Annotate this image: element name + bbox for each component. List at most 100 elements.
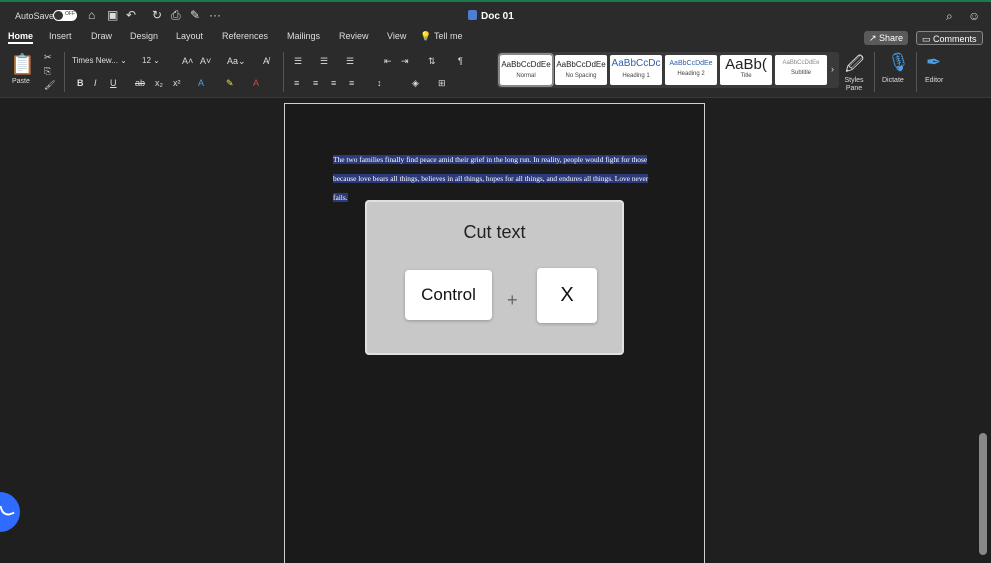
toggle-knob [54,11,63,20]
word-doc-icon [468,10,477,20]
redo-icon[interactable]: ↻ [152,8,162,22]
share-label: Share [879,33,904,43]
font-color-icon[interactable]: A [253,78,259,88]
style-sample: AaBbCcDdEe [669,60,713,67]
decrease-indent-icon[interactable]: ⇤ [384,56,392,67]
tab-view[interactable]: View [387,31,406,41]
home-icon[interactable]: ⌂ [88,8,95,22]
line-spacing-icon[interactable]: ↕ [377,78,382,88]
align-right-icon[interactable]: ≡ [331,78,336,88]
copy-icon[interactable]: ⎘ [44,66,51,77]
clear-format-icon[interactable]: A̸ [263,56,269,66]
style-no-spacing[interactable]: AaBbCcDdEe No Spacing [555,55,607,85]
font-size-select[interactable]: 12 ⌄ [142,54,176,68]
numbering-icon[interactable]: ☰ [320,56,328,67]
style-normal[interactable]: AaBbCcDdEe Normal [498,53,554,87]
key-control: Control [405,270,492,320]
bullets-icon[interactable]: ☰ [294,56,302,67]
increase-indent-icon[interactable]: ⇥ [401,56,409,67]
style-title[interactable]: AaBb( Title [720,55,772,85]
divider [283,52,284,92]
lightbulb-icon: 💡 [420,31,432,41]
assistant-bubble-icon[interactable] [0,492,20,532]
style-name: Heading 1 [622,73,650,79]
tab-home[interactable]: Home [8,31,34,44]
edit-icon[interactable]: ✎ [190,8,200,22]
divider [64,52,65,92]
highlight-icon[interactable]: ✎ [226,78,234,89]
font-name-value: Times New... [72,56,118,65]
shading-icon[interactable]: ◈ [412,78,419,89]
document-canvas: The two families finally find peace amid… [0,98,991,563]
autosave-label: AutoSave [15,11,55,21]
tab-references[interactable]: References [222,31,268,41]
tab-draw[interactable]: Draw [91,31,112,41]
styles-more-chevron-icon[interactable]: › [831,64,834,74]
overlay-title: Cut text [463,222,526,242]
paste-icon[interactable]: 📋 [10,52,35,77]
editor-pen-icon[interactable]: ✒ [926,52,941,73]
document-paragraph[interactable]: The two families finally find peace amid… [333,150,657,207]
underline-icon[interactable]: U [110,78,117,88]
strikethrough-icon[interactable]: ab [135,78,145,88]
tab-design[interactable]: Design [130,31,158,41]
format-painter-icon[interactable]: 🖌 [44,80,55,91]
style-sample: AaBbCcDdEe [556,60,606,69]
style-heading-1[interactable]: AaBbCcDc Heading 1 [610,55,662,85]
font-name-select[interactable]: Times New... ⌄ [72,54,138,68]
account-icon[interactable]: ☺ [968,9,980,23]
style-subtitle[interactable]: AaBbCcDdEe Subtitle [775,55,827,85]
more-icon[interactable]: ··· [209,8,221,22]
align-left-icon[interactable]: ≡ [294,78,299,88]
change-case-icon[interactable]: Aa⌄ [227,56,246,67]
style-sample: AaBbCcDdEe [501,60,551,69]
microphone-icon[interactable]: 🎙 [887,52,910,73]
tab-mailings[interactable]: Mailings [287,31,320,41]
align-center-icon[interactable]: ≡ [313,78,318,88]
selected-text[interactable]: The two families finally find peace amid… [333,155,649,202]
bold-icon[interactable]: B [77,78,84,88]
search-icon[interactable]: ⌕ [946,9,953,24]
key-x: X [537,268,597,323]
comments-label: Comments [933,34,977,44]
style-name: No Spacing [565,73,597,79]
cut-icon[interactable]: ✂ [44,52,52,63]
vertical-scrollbar[interactable] [979,433,987,555]
tab-layout[interactable]: Layout [176,31,203,41]
share-button[interactable]: ↗ Share [864,31,909,45]
autosave-state: OFF [65,11,75,17]
superscript-icon[interactable]: x² [173,78,181,88]
autosave-toggle[interactable]: OFF [53,10,77,21]
comments-button[interactable]: ▭ Comments [916,31,983,45]
style-sample: AaBb( [725,56,767,73]
print-icon[interactable]: ⎙ [171,8,181,23]
undo-icon[interactable]: ↶ [126,8,136,22]
divider [874,52,875,92]
comment-icon: ▭ [922,34,934,44]
tell-me-search[interactable]: Tell me [434,31,463,41]
share-icon: ↗ [869,33,880,43]
ribbon-tabs: Home Insert Draw Design Layout Reference… [0,30,991,46]
style-name: Title [740,73,752,79]
style-name: Normal [516,73,536,79]
style-sample: AaBbCcDc [611,58,661,69]
text-effects-icon[interactable]: A [198,78,204,88]
styles-gallery: AaBbCcDdEe Normal AaBbCcDdEe No Spacing … [497,52,839,88]
shrink-font-icon[interactable]: A˅ [200,56,211,66]
tab-insert[interactable]: Insert [49,31,72,41]
justify-icon[interactable]: ≡ [349,78,354,88]
style-name: Heading 2 [677,71,705,77]
italic-icon[interactable]: I [94,78,97,88]
grow-font-icon[interactable]: A˄ [182,56,193,66]
multilevel-list-icon[interactable]: ☰ [346,56,354,67]
save-icon[interactable]: ▣ [107,8,118,22]
borders-icon[interactable]: ⊞ [438,78,446,89]
editor-label: Editor [925,77,944,84]
shortcut-overlay: Cut text Control + X [365,200,624,355]
show-formatting-icon[interactable]: ¶ [458,56,463,66]
sort-icon[interactable]: ⇅ [428,56,436,67]
style-heading-2[interactable]: AaBbCcDdEe Heading 2 [665,55,717,85]
plus-sign: + [507,290,518,310]
tab-review[interactable]: Review [339,31,369,41]
subscript-icon[interactable]: x₂ [155,78,163,88]
